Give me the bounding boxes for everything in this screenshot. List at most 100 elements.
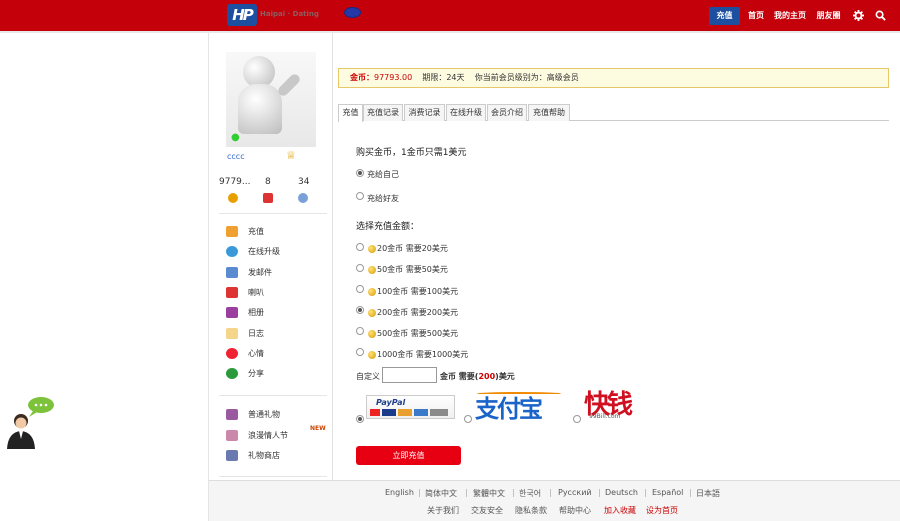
nav-friends-link[interactable]: 朋友圈 bbox=[815, 7, 842, 25]
lang-german[interactable]: Deutsch bbox=[605, 488, 638, 497]
amount-title: 选择充值金额： bbox=[356, 222, 420, 232]
footer-privacy[interactable]: 隐私条款 bbox=[515, 505, 547, 516]
search-icon[interactable] bbox=[875, 10, 886, 21]
lang-traditional-chinese[interactable]: 繁體中文 bbox=[473, 488, 505, 499]
footer-about[interactable]: 关于我们 bbox=[427, 505, 459, 516]
sidebar-item-gift-shop[interactable]: 礼物商店 bbox=[226, 450, 280, 464]
custom-amount-input[interactable] bbox=[382, 367, 437, 383]
amount-option-100: 100金币 需要100美元 bbox=[368, 286, 458, 297]
gold-label: 金币： bbox=[350, 73, 374, 82]
coin-icon bbox=[368, 329, 376, 338]
custom-label: 自定义 bbox=[356, 372, 380, 381]
paypal-logo[interactable]: PayPal bbox=[366, 395, 455, 419]
target-friend-radio[interactable] bbox=[356, 192, 364, 200]
alipay-logo[interactable]: 支付宝 bbox=[473, 386, 563, 424]
sidebar-item-share[interactable]: 分享 bbox=[226, 368, 264, 382]
lang-sep: | bbox=[644, 488, 647, 497]
amount-option-50: 50金币 需要50美元 bbox=[368, 264, 448, 275]
amex-icon bbox=[414, 409, 428, 416]
pay-alipay-radio[interactable] bbox=[464, 415, 472, 423]
tab-help[interactable]: 充值帮助 bbox=[528, 104, 570, 121]
lang-spanish[interactable]: Español bbox=[652, 488, 683, 497]
lang-english[interactable]: English bbox=[385, 488, 414, 497]
lang-korean[interactable]: 한국어 bbox=[519, 488, 541, 499]
avatar-body bbox=[238, 84, 282, 134]
sidebar-item-valentine[interactable]: 浪漫情人节 bbox=[226, 430, 288, 444]
99bill-logo[interactable]: 快钱 99Bill.com bbox=[582, 382, 654, 424]
username[interactable]: cccc bbox=[227, 152, 245, 161]
sidebar-item-album[interactable]: 相册 bbox=[226, 307, 264, 321]
nav-home-link[interactable]: 首页 bbox=[746, 7, 766, 25]
points-icon bbox=[298, 193, 308, 203]
sidebar-item-gift[interactable]: 普通礼物 bbox=[226, 409, 280, 423]
visa-icon bbox=[382, 409, 396, 416]
share-icon bbox=[226, 368, 238, 379]
lang-sep: | bbox=[598, 488, 601, 497]
gift-icon bbox=[226, 409, 238, 420]
shop-icon bbox=[226, 450, 238, 461]
sidebar-item-diary[interactable]: 日志 bbox=[226, 328, 264, 342]
globe-icon bbox=[226, 246, 238, 257]
gear-icon[interactable] bbox=[853, 10, 864, 21]
pay-paypal-radio[interactable] bbox=[356, 415, 364, 423]
coin-icon bbox=[368, 265, 376, 274]
coin-icon bbox=[368, 350, 376, 359]
sidebar-item-mail[interactable]: 发邮件 bbox=[226, 267, 272, 281]
tab-recharge[interactable]: 充值 bbox=[338, 104, 363, 122]
amount-radio-100[interactable] bbox=[356, 285, 364, 293]
nav-recharge-button[interactable]: 充值 bbox=[709, 7, 740, 25]
alipay-swoosh bbox=[477, 392, 561, 395]
sidebar-item-recharge[interactable]: 充值 bbox=[226, 226, 264, 240]
amount-radio-200[interactable] bbox=[356, 306, 364, 314]
submit-recharge-button[interactable]: 立即充值 bbox=[356, 446, 461, 465]
sidebar-item-upgrade[interactable]: 在线升级 bbox=[226, 246, 280, 260]
footer-set-homepage[interactable]: 设为首页 bbox=[646, 505, 678, 516]
lang-sep: | bbox=[549, 488, 552, 497]
gold-value: 97793.00 bbox=[374, 73, 413, 82]
header-divider bbox=[0, 31, 900, 33]
bank-icon bbox=[430, 409, 448, 416]
buy-title: 购买金币，1金币只需1美元 bbox=[356, 148, 467, 158]
tab-upgrade[interactable]: 在线升级 bbox=[446, 104, 486, 121]
tab-membership[interactable]: 会员介绍 bbox=[487, 104, 527, 121]
sidebar-item-mood[interactable]: 心情 bbox=[226, 348, 264, 362]
logo[interactable]: HP bbox=[227, 4, 257, 26]
lang-sep: | bbox=[418, 488, 421, 497]
user-online-icon: ● bbox=[231, 132, 240, 143]
stat-speaker: 8 bbox=[265, 177, 271, 187]
sidebar-item-speaker[interactable]: 喇叭 bbox=[226, 287, 264, 301]
logo-text: Haipai · Dating bbox=[260, 10, 319, 18]
valentine-icon bbox=[226, 430, 238, 441]
heart-icon bbox=[226, 348, 238, 359]
sidebar-divider-3 bbox=[219, 476, 327, 477]
crown-icon: ♕ bbox=[286, 149, 296, 162]
tab-recharge-history[interactable]: 充值记录 bbox=[363, 104, 403, 121]
tab-spending-history[interactable]: 消费记录 bbox=[404, 104, 445, 121]
footer-help[interactable]: 帮助中心 bbox=[559, 505, 591, 516]
customer-service-icon[interactable] bbox=[3, 397, 55, 449]
lang-simplified-chinese[interactable]: 简体中文 bbox=[425, 488, 457, 499]
stat-gold: 9779... bbox=[219, 177, 251, 187]
nav-my-home-link[interactable]: 我的主页 bbox=[772, 7, 808, 25]
footer-bookmark[interactable]: 加入收藏 bbox=[604, 505, 636, 516]
lang-russian[interactable]: Русский bbox=[558, 488, 592, 497]
amount-radio-50[interactable] bbox=[356, 264, 364, 272]
lang-japanese[interactable]: 日本語 bbox=[696, 488, 720, 499]
mastercard-icon bbox=[370, 409, 380, 416]
target-self-radio[interactable] bbox=[356, 169, 364, 177]
amount-radio-20[interactable] bbox=[356, 243, 364, 251]
footer bbox=[209, 480, 900, 521]
lang-sep: | bbox=[465, 488, 468, 497]
pay-99bill-radio[interactable] bbox=[573, 415, 581, 423]
new-badge: NEW bbox=[310, 425, 326, 432]
language-globe-icon[interactable] bbox=[344, 7, 361, 18]
footer-safety[interactable]: 交友安全 bbox=[471, 505, 503, 516]
mail-icon bbox=[226, 267, 238, 278]
coin-icon bbox=[368, 308, 376, 317]
amount-radio-500[interactable] bbox=[356, 327, 364, 335]
avatar[interactable]: ● bbox=[226, 52, 316, 147]
member-level-text: 你当前会员级别为：高级会员 bbox=[474, 73, 579, 82]
amount-radio-1000[interactable] bbox=[356, 348, 364, 356]
speaker-icon bbox=[226, 287, 238, 298]
paypal-text: PayPal bbox=[376, 398, 406, 407]
